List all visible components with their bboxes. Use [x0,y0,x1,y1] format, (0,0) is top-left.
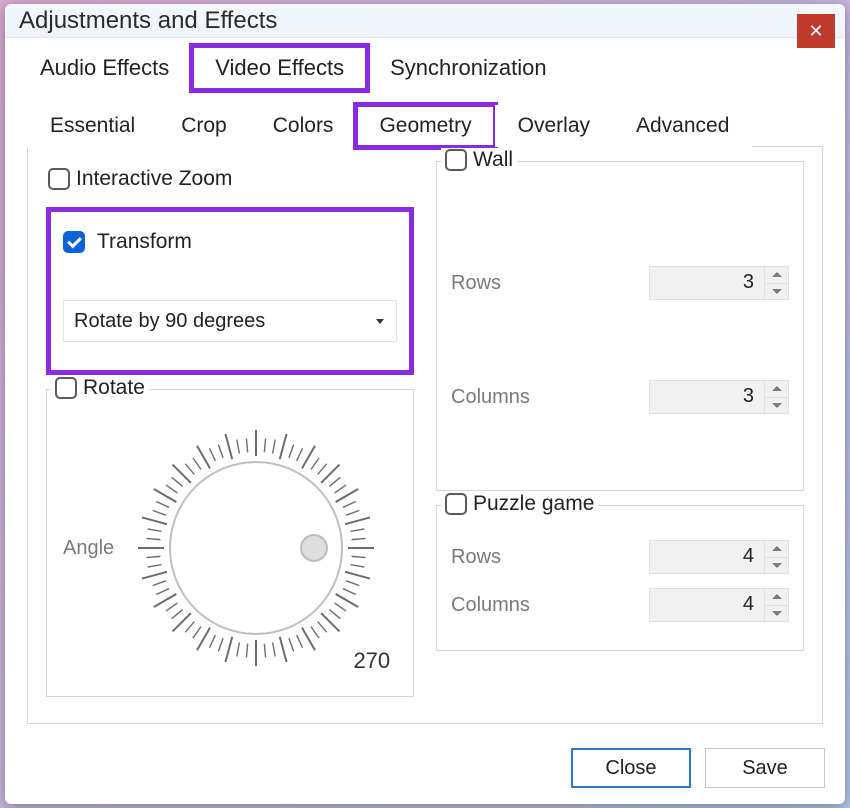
subtab-crop[interactable]: Crop [158,105,250,147]
subtab-overlay[interactable]: Overlay [495,105,613,147]
wall-cols-value: 3 [650,381,764,413]
save-button[interactable]: Save [705,748,825,788]
chevron-up-icon[interactable] [765,267,788,283]
right-column: Wall Rows 3 Columns 3 [436,161,804,697]
puzzle-label: Puzzle game [473,492,594,516]
titlebar: Adjustments and Effects ✕ [5,4,845,38]
puzzle-cols-value: 4 [650,589,764,621]
wall-rows-spinner[interactable]: 3 [649,266,789,300]
chevron-down-icon[interactable] [765,397,788,414]
sub-tabs: Essential Crop Colors Geometry Overlay A… [27,104,823,147]
dial-knob-icon [301,535,327,561]
wall-checkbox[interactable] [445,149,467,171]
content-area: Essential Crop Colors Geometry Overlay A… [5,90,845,736]
primary-tabs: Audio Effects Video Effects Synchronizat… [5,38,845,90]
angle-label: Angle [63,537,114,560]
subtab-colors[interactable]: Colors [250,105,357,147]
geometry-panel: Interactive Zoom Transform Rotate by 90 … [27,147,823,724]
angle-value: 270 [353,648,390,674]
subtab-essential[interactable]: Essential [27,105,158,147]
rotate-checkbox[interactable] [55,377,77,399]
left-column: Interactive Zoom Transform Rotate by 90 … [46,161,414,697]
puzzle-rows-spinner[interactable]: 4 [649,540,789,574]
puzzle-cols-label: Columns [451,594,530,617]
chevron-up-icon[interactable] [765,589,788,605]
transform-group: Transform Rotate by 90 degrees [46,207,414,375]
close-icon[interactable]: ✕ [797,14,835,48]
wall-rows-value: 3 [650,267,764,299]
chevron-up-icon[interactable] [765,541,788,557]
subtab-advanced[interactable]: Advanced [613,105,752,147]
puzzle-cols-spinner[interactable]: 4 [649,588,789,622]
chevron-down-icon[interactable] [765,557,788,574]
adjustments-effects-window: Adjustments and Effects ✕ Audio Effects … [5,4,845,804]
wall-cols-label: Columns [451,386,530,409]
transform-label: Transform [97,230,192,254]
dial-icon [126,418,386,678]
rotate-group: Rotate Angle 270 [46,389,414,697]
tab-video-effects[interactable]: Video Effects [192,46,367,90]
interactive-zoom-row: Interactive Zoom [48,167,414,191]
dialog-footer: Close Save [5,736,845,804]
puzzle-group: Puzzle game Rows 4 Columns 4 [436,505,804,651]
chevron-down-icon[interactable] [765,605,788,622]
rotate-label: Rotate [83,376,145,400]
puzzle-checkbox[interactable] [445,493,467,515]
window-title: Adjustments and Effects [19,7,277,35]
wall-rows-label: Rows [451,272,501,295]
wall-label: Wall [473,148,513,172]
chevron-up-icon[interactable] [765,381,788,397]
puzzle-rows-value: 4 [650,541,764,573]
transform-dropdown[interactable]: Rotate by 90 degrees [63,300,397,342]
wall-group: Wall Rows 3 Columns 3 [436,161,804,491]
tab-audio-effects[interactable]: Audio Effects [17,46,192,90]
tab-synchronization[interactable]: Synchronization [367,46,570,90]
puzzle-rows-label: Rows [451,546,501,569]
wall-cols-spinner[interactable]: 3 [649,380,789,414]
chevron-down-icon[interactable] [765,283,788,300]
subtab-geometry[interactable]: Geometry [356,105,494,147]
interactive-zoom-label: Interactive Zoom [76,167,232,191]
transform-dropdown-value: Rotate by 90 degrees [74,310,265,333]
interactive-zoom-checkbox[interactable] [48,168,70,190]
close-button[interactable]: Close [571,748,691,788]
angle-dial[interactable]: 270 [126,418,386,678]
transform-checkbox[interactable] [63,231,85,253]
